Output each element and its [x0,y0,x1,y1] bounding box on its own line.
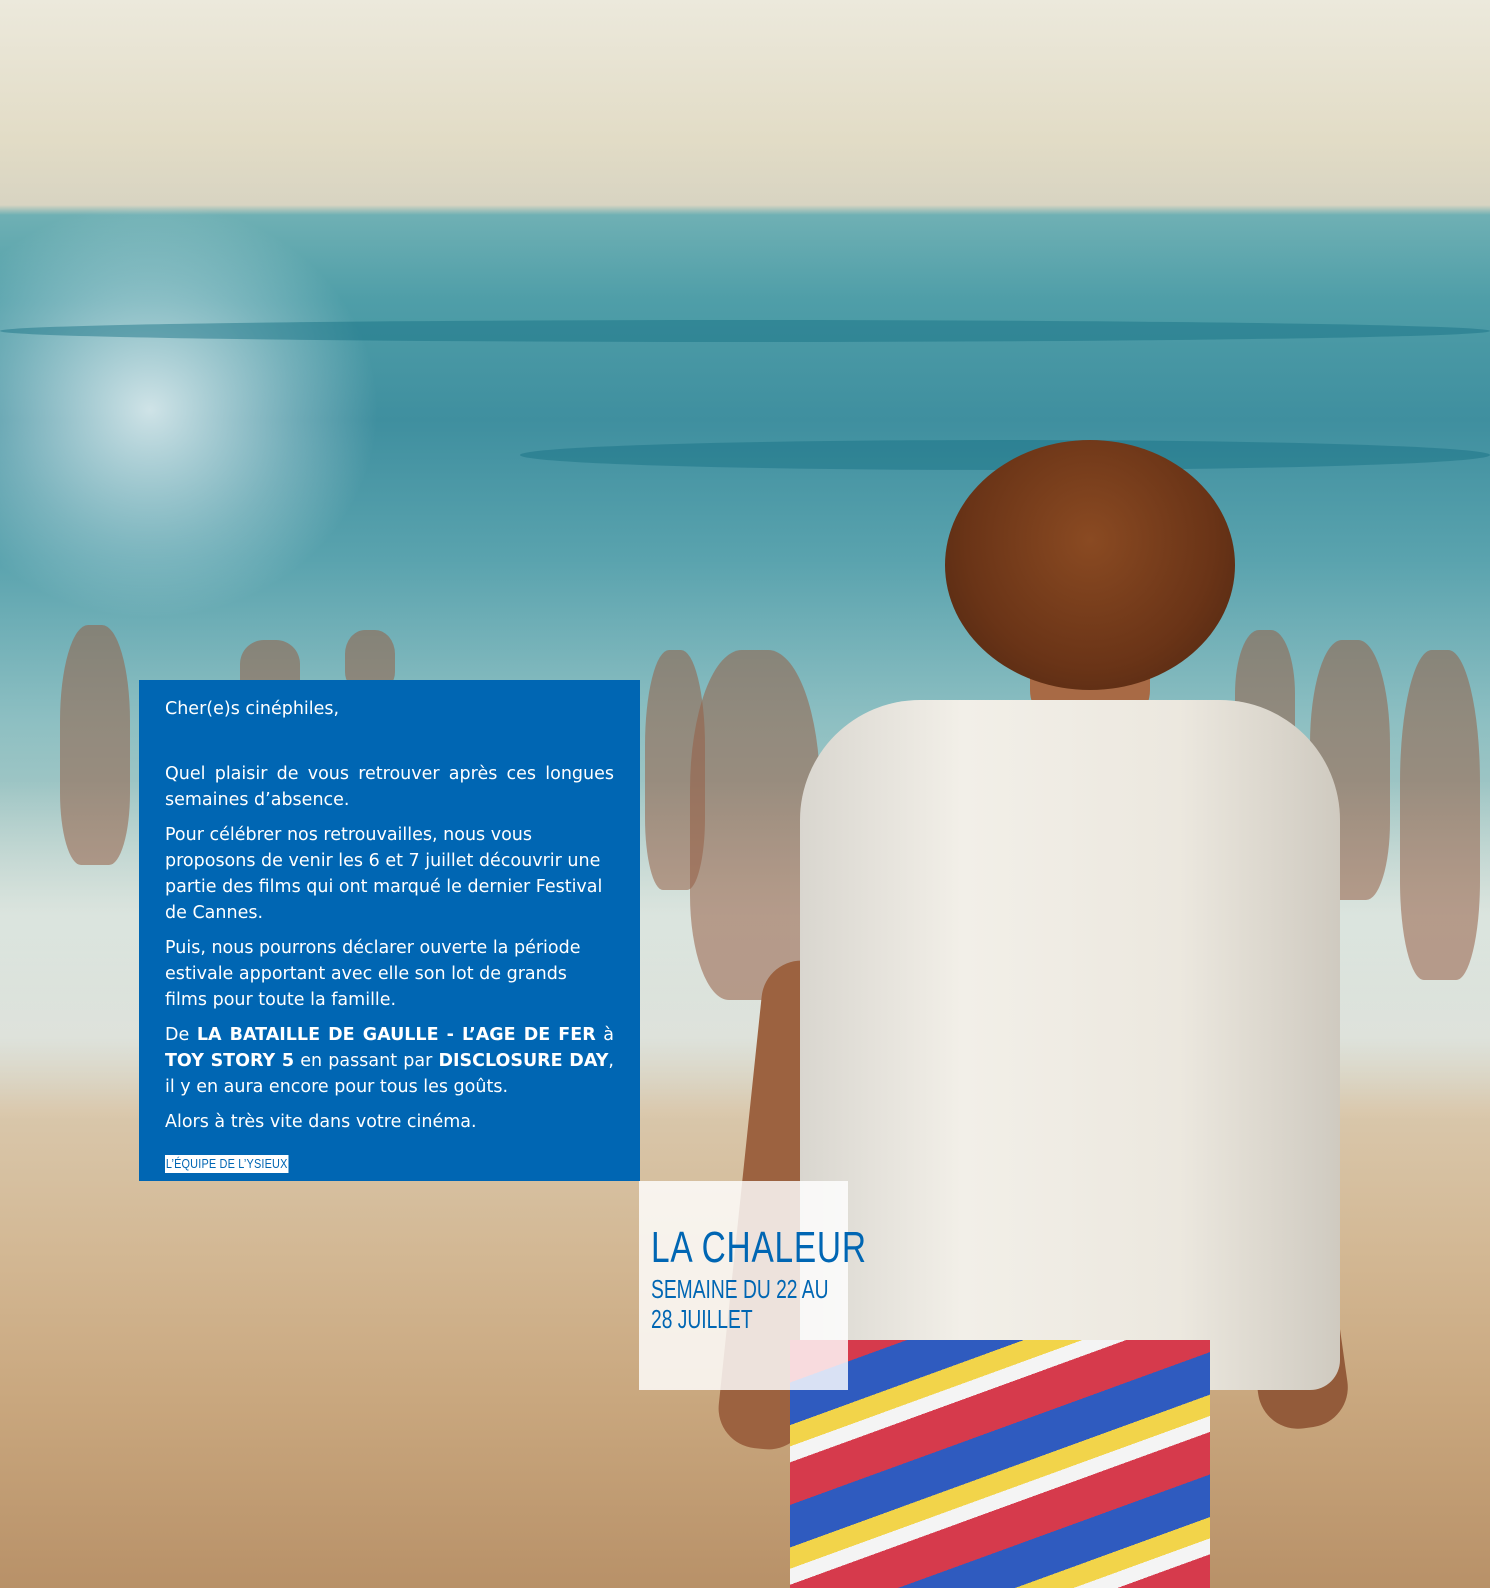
crowd-figure [1400,650,1480,980]
film-name: DISCLOSURE DAY [438,1051,609,1071]
sun-glare [0,200,380,620]
editorial-letter: Cher(e)s cinéphiles, Quel plaisir de vou… [139,680,640,1181]
figure-hair [945,440,1235,690]
letter-paragraph: Quel plaisir de vous retrouver après ces… [165,764,614,810]
letter-text: De [165,1025,190,1045]
film-of-week-box: LA CHALEUR SEMAINE DU 22 AU 28 JUILLET [639,1181,867,1390]
wave [0,320,1490,342]
page: Cher(e)s cinéphiles, Quel plaisir de vou… [0,0,1490,1588]
film-week-dates: SEMAINE DU 22 AU 28 JUILLET [651,1274,829,1334]
letter-signature: L’ÉQUIPE DE L’YSIEUX [165,1155,289,1173]
film-name: TOY STORY 5 [165,1051,295,1071]
letter-paragraph: Pour célébrer nos retrouvailles, nous vo… [165,825,603,923]
figure-shorts [790,1340,1210,1588]
film-name: LA BATAILLE DE GAULLE - L’AGE DE FER [196,1025,596,1045]
letter-paragraph: Puis, nous pourrons déclarer ouverte la … [165,938,581,1010]
letter-paragraph: Alors à très vite dans votre cinéma. [165,1112,477,1132]
letter-text: en passant par [300,1051,433,1071]
letter-text: à [603,1025,614,1045]
figure-shirt [800,700,1340,1390]
letter-paragraph-films: De LA BATAILLE DE GAULLE - L’AGE DE FER … [165,1022,614,1100]
letter-greeting: Cher(e)s cinéphiles, [165,699,340,719]
film-title: LA CHALEUR [651,1223,867,1272]
crowd-figure [60,625,130,865]
